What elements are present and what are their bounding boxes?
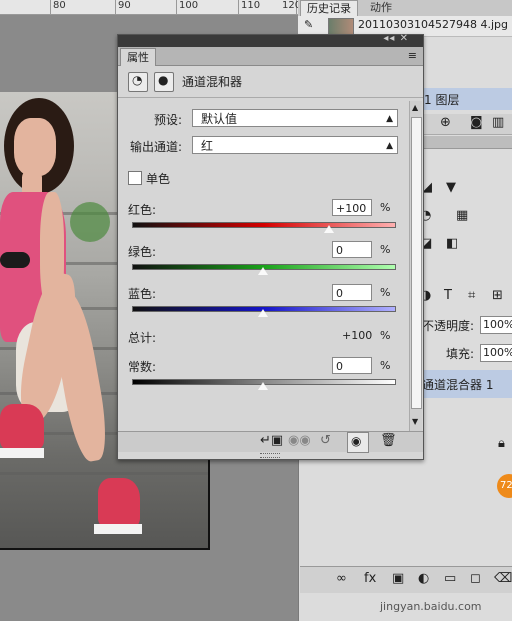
- panel-menu-icon[interactable]: ≡: [408, 49, 417, 62]
- watermark-text: jingyan.baidu.com: [380, 600, 482, 613]
- red-percent: %: [380, 201, 391, 214]
- delete-layer-icon[interactable]: ⌫: [494, 571, 512, 586]
- eye-icon: ◉: [351, 434, 362, 448]
- lock-icon: 🔒︎: [498, 436, 505, 451]
- opacity-label: 不透明度:: [422, 319, 475, 333]
- panel-title-strip[interactable]: ◂◂ ✕: [118, 33, 423, 47]
- mask-toggle-icon[interactable]: ●: [154, 72, 174, 92]
- scroll-thumb[interactable]: [411, 117, 422, 409]
- history-brush-icon: ✎: [304, 18, 314, 31]
- red-slider-thumb[interactable]: [323, 225, 334, 233]
- monochrome-checkbox[interactable]: [128, 171, 142, 185]
- total-percent: %: [380, 329, 391, 342]
- selected-layer-name: 1 图层: [424, 93, 460, 107]
- resize-grip[interactable]: [260, 453, 280, 458]
- transform-icon[interactable]: ⌗: [468, 288, 475, 303]
- output-channel-label: 输出通道:: [130, 140, 183, 154]
- output-channel-value: 红: [201, 139, 214, 153]
- lock-all-icon[interactable]: ⊞: [492, 288, 503, 303]
- ruler-mark-90: 90: [118, 0, 131, 11]
- fx-icon[interactable]: fx: [364, 571, 376, 586]
- delete-icon[interactable]: 🗑︎: [380, 433, 397, 448]
- constant-label: 常数:: [128, 360, 157, 374]
- clip-to-layer-icon[interactable]: ↵▣: [260, 433, 283, 448]
- selected-layer-row[interactable]: 1 图层: [420, 88, 512, 110]
- folder-icon[interactable]: ▭: [444, 571, 456, 586]
- preset-value: 默认值: [201, 112, 238, 126]
- green-label: 绿色:: [128, 245, 157, 259]
- total-value: +100: [342, 329, 373, 342]
- threshold-icon[interactable]: ◧: [446, 236, 458, 251]
- horizontal-ruler: 80 90 100 110 120: [0, 0, 301, 15]
- properties-panel: ◂◂ ✕ 属性 ≡ ◔ ● 通道混和器 预设: 默认值 ▲ 输出通道: 红 ▲ …: [117, 33, 424, 460]
- properties-tab-bar: 属性 ≡: [118, 47, 423, 66]
- green-input[interactable]: 0: [332, 241, 372, 258]
- history-tab-bar: 历史记录 动作: [298, 0, 512, 17]
- channel-mixer-layer-row[interactable]: 通道混合器 1: [420, 370, 512, 398]
- fill-label: 填充:: [446, 347, 475, 361]
- new-layer-icon[interactable]: ◻: [470, 571, 481, 586]
- tab-actions[interactable]: 动作: [364, 0, 398, 16]
- chevron-updown-icon: ▲: [386, 114, 393, 124]
- gradient-map-icon[interactable]: ▼: [446, 180, 456, 195]
- channel-mixer-icon[interactable]: ▦: [456, 208, 468, 223]
- snapshot-name: 20110303104527948 4.jpg: [358, 18, 508, 31]
- trash-icon[interactable]: ▥: [492, 115, 504, 130]
- layers-bottom-toolbar: ∞ fx ▣ ◐ ▭ ◻ ⌫: [300, 566, 512, 593]
- adjustment-icon[interactable]: ◔: [128, 72, 148, 92]
- constant-percent: %: [380, 359, 391, 372]
- adjustments-panel-header: [420, 136, 512, 149]
- scroll-up-icon[interactable]: ▲: [412, 103, 418, 112]
- view-previous-icon[interactable]: ◉◉: [288, 433, 311, 448]
- red-label: 红色:: [128, 203, 157, 217]
- adjustment-title: 通道混和器: [182, 75, 243, 89]
- red-slider-track[interactable]: [132, 222, 396, 228]
- constant-slider-thumb[interactable]: [258, 382, 268, 390]
- visibility-toggle[interactable]: ◉: [347, 432, 369, 453]
- total-label: 总计:: [128, 331, 157, 345]
- mixer-layer-name: 通道混合器 1: [422, 378, 494, 392]
- link-icon[interactable]: ∞: [336, 571, 347, 586]
- ruler-mark-100: 100: [179, 0, 199, 11]
- mask-icon[interactable]: ▣: [392, 571, 404, 586]
- opacity-input[interactable]: 100%: [480, 316, 512, 334]
- properties-footer: ↵▣ ◉◉ ↺ ◉ 🗑︎: [118, 431, 423, 453]
- ruler-mark-110: 110: [241, 0, 261, 11]
- properties-scrollbar[interactable]: ▲ ▼: [409, 101, 422, 431]
- scroll-down-icon[interactable]: ▼: [412, 417, 418, 426]
- adjustment-layer-icon[interactable]: ◐: [418, 571, 429, 586]
- reset-icon[interactable]: ↺: [320, 433, 331, 448]
- new-group-icon[interactable]: ⊕: [440, 115, 451, 130]
- fill-row: 填充: 100%: [420, 342, 512, 364]
- chevron-updown-icon: ▲: [386, 141, 393, 151]
- tab-history[interactable]: 历史记录: [300, 0, 358, 17]
- green-percent: %: [380, 243, 391, 256]
- green-slider-thumb[interactable]: [258, 267, 268, 275]
- opacity-row: 不透明度: 100%: [420, 314, 512, 336]
- properties-header: ◔ ● 通道混和器: [118, 65, 423, 98]
- layer-actions-bar: ⊕ ◙ ▥: [420, 114, 512, 135]
- tab-properties[interactable]: 属性: [120, 48, 156, 66]
- monochrome-label: 单色: [146, 172, 171, 186]
- fill-input[interactable]: 100%: [480, 344, 512, 362]
- preset-select[interactable]: 默认值 ▲: [192, 109, 398, 127]
- blue-input[interactable]: 0: [332, 284, 372, 301]
- blue-label: 蓝色:: [128, 287, 157, 301]
- constant-input[interactable]: 0: [332, 357, 372, 374]
- blue-percent: %: [380, 286, 391, 299]
- blue-slider-thumb[interactable]: [258, 309, 268, 317]
- type-icon[interactable]: T: [444, 288, 452, 303]
- red-input[interactable]: +100: [332, 199, 372, 216]
- output-channel-select[interactable]: 红 ▲: [192, 136, 398, 154]
- collapse-icon[interactable]: ◂◂ ✕: [383, 33, 409, 44]
- preset-label: 预设:: [154, 113, 183, 127]
- camera-icon[interactable]: ◙: [470, 115, 483, 130]
- ruler-mark-80: 80: [53, 0, 66, 11]
